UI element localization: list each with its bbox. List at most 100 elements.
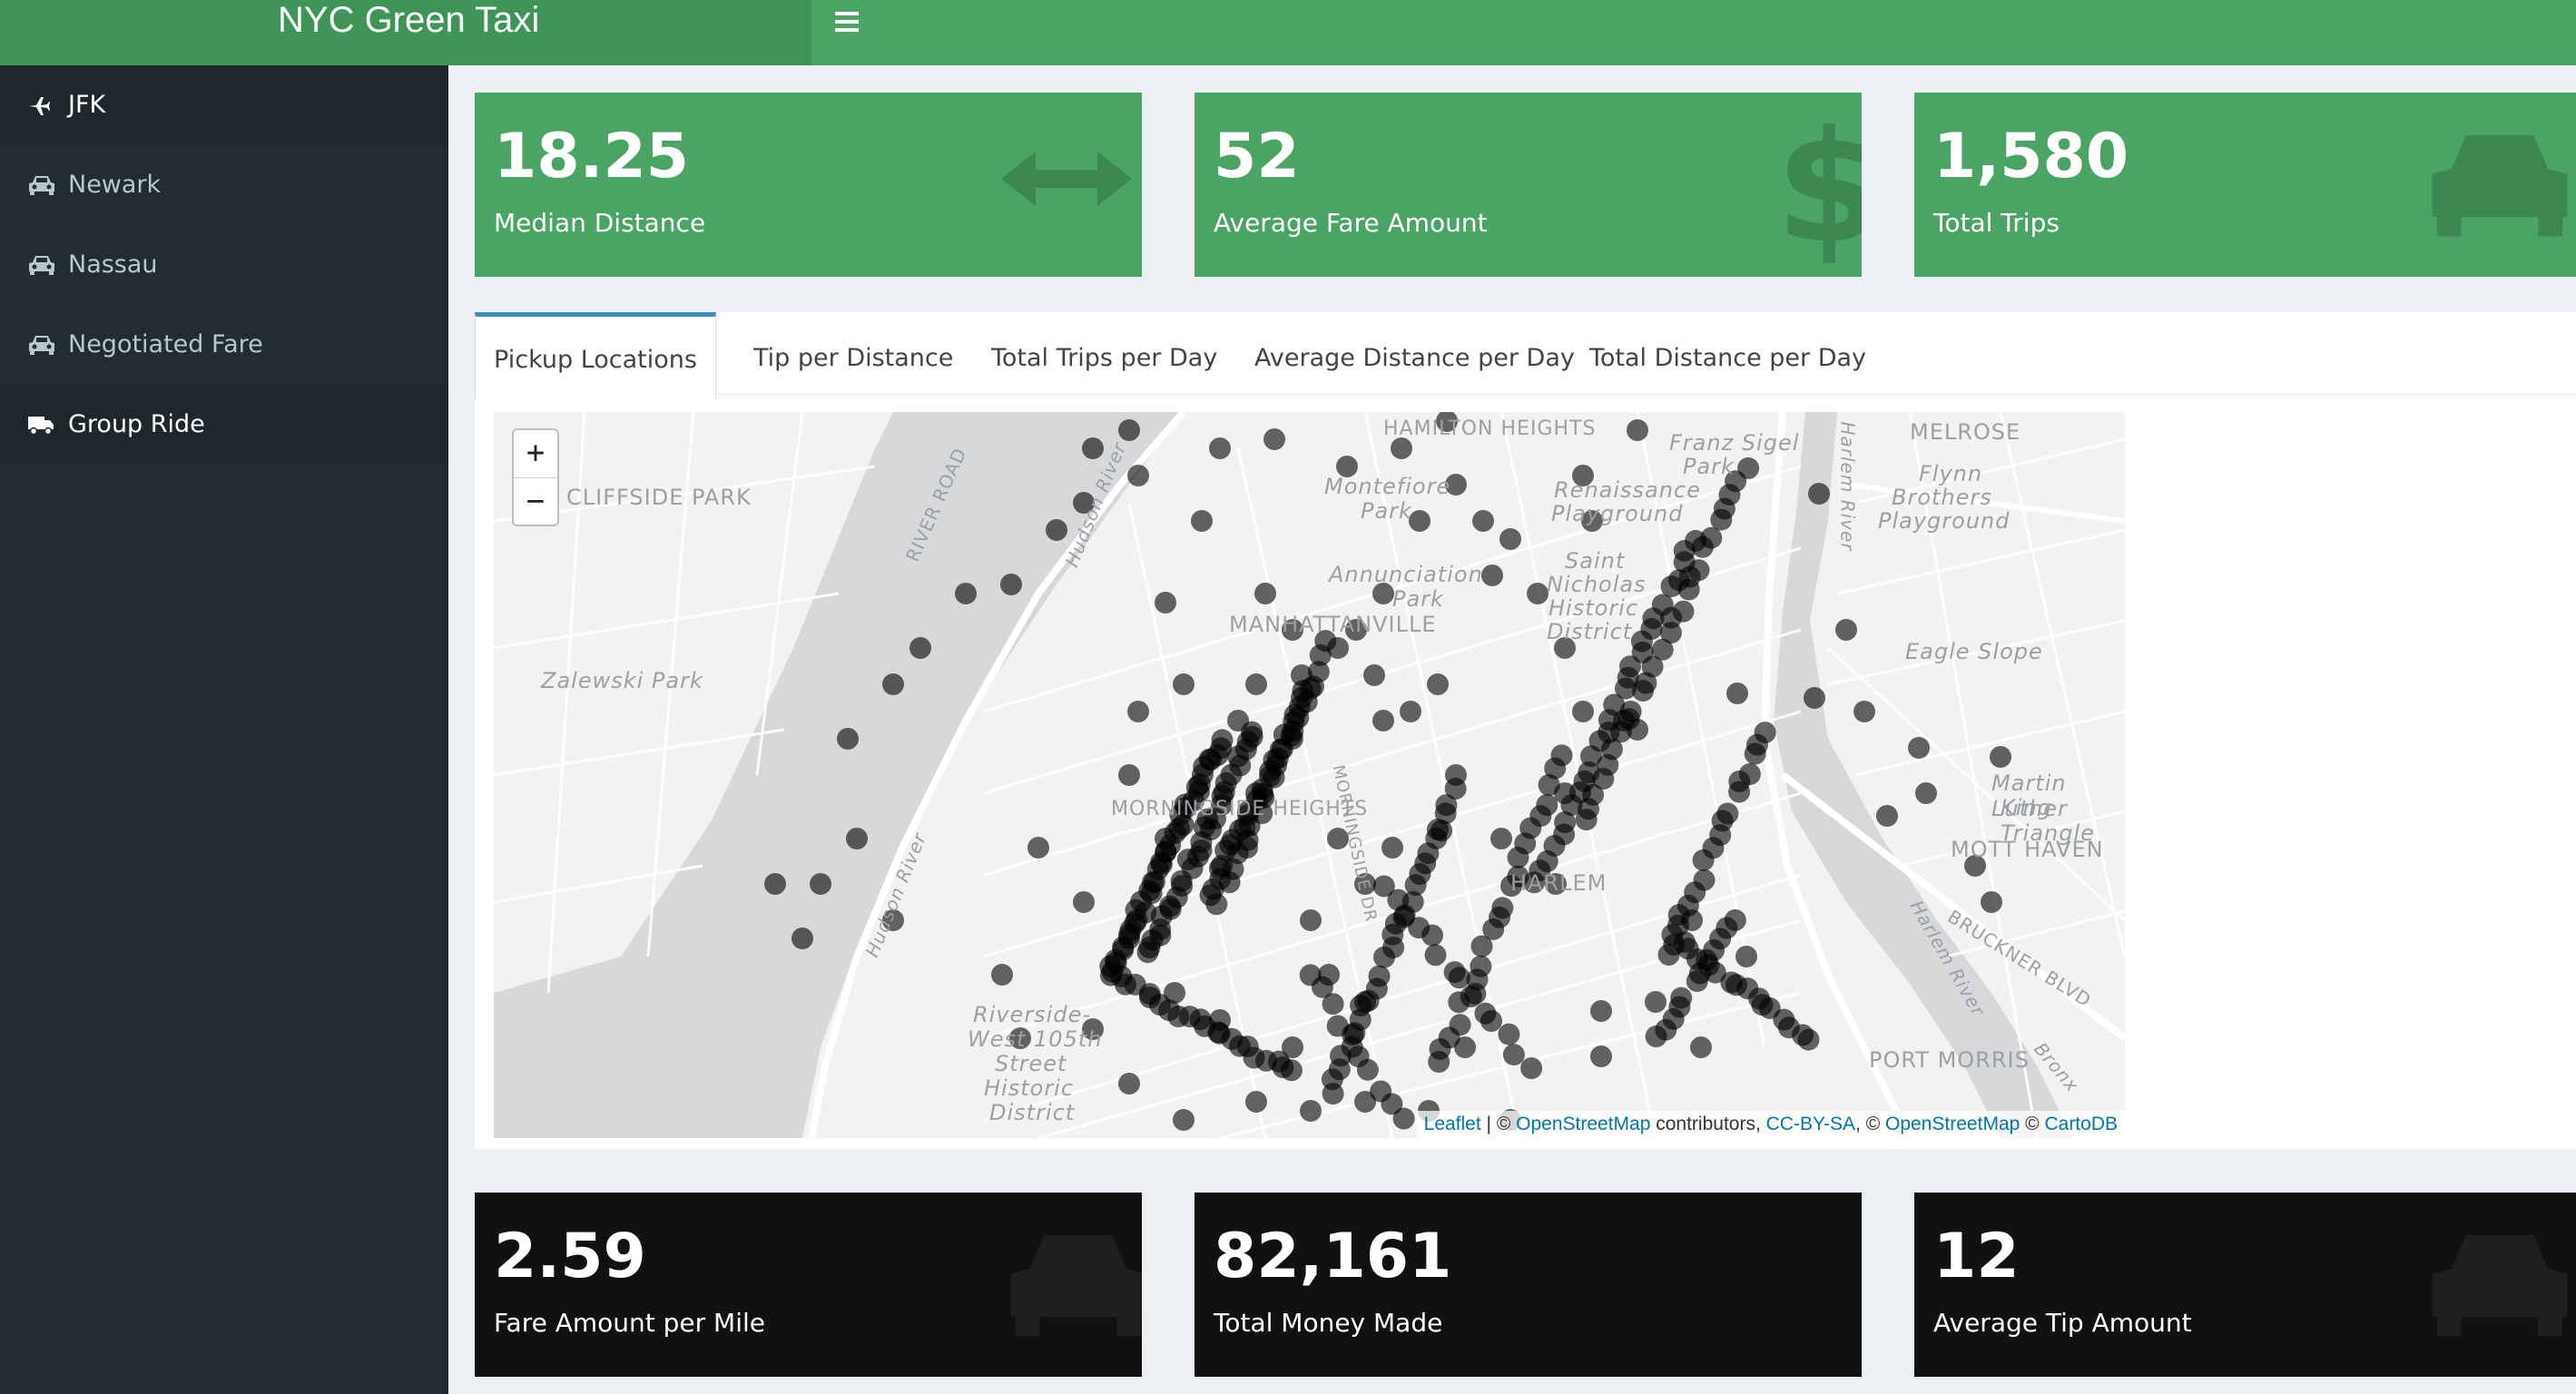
plane-icon bbox=[27, 65, 58, 145]
box-caption: Total Money Made bbox=[1214, 1308, 1443, 1338]
sidebar-item-label: JFK bbox=[68, 91, 106, 119]
pickup-point bbox=[1118, 764, 1140, 786]
pickup-point bbox=[991, 964, 1013, 986]
pickup-point bbox=[1381, 837, 1403, 859]
sidebar-item-negotiated-fare[interactable]: Negotiated Fare bbox=[0, 305, 448, 385]
tab-total-distance-per-day[interactable]: Total Distance per Day bbox=[1589, 312, 1866, 394]
hamburger-icon[interactable] bbox=[835, 7, 864, 40]
app-logo[interactable]: NYC Green Taxi bbox=[0, 0, 811, 65]
pickup-point bbox=[1554, 782, 1576, 804]
pickup-point bbox=[1681, 909, 1703, 931]
pickup-point bbox=[1990, 746, 2011, 768]
pickup-point bbox=[1470, 955, 1492, 977]
pickup-point bbox=[1342, 1024, 1364, 1046]
pickup-point bbox=[1550, 744, 1573, 767]
sidebar-item-nassau[interactable]: Nassau bbox=[0, 225, 448, 305]
map-label: MELROSE bbox=[1910, 419, 2021, 445]
map-label: Playground bbox=[1551, 501, 1684, 526]
pickup-point bbox=[1191, 510, 1213, 532]
sidebar-item-group-ride[interactable]: Group Ride bbox=[0, 385, 448, 465]
pickup-point bbox=[1693, 869, 1716, 891]
pickup-point bbox=[1536, 794, 1558, 816]
map-label: Park bbox=[1683, 454, 1735, 479]
sidebar-item-jfk[interactable]: JFK bbox=[0, 65, 448, 145]
pickup-map[interactable]: CLIFFSIDE PARK Zalewski Park MANHATTANVI… bbox=[494, 412, 2125, 1138]
map-label: Historic bbox=[984, 1075, 1075, 1101]
pickup-point bbox=[1520, 1057, 1543, 1079]
car-icon bbox=[27, 305, 58, 385]
pickup-point bbox=[1368, 965, 1391, 987]
zoom-control: + − bbox=[512, 428, 559, 526]
pickup-point bbox=[1363, 664, 1385, 686]
tab-tip-per-distance[interactable]: Tip per Distance bbox=[753, 312, 953, 394]
pickup-point bbox=[1672, 600, 1695, 623]
tab-pickup-locations[interactable]: Pickup Locations bbox=[475, 312, 716, 399]
pickup-point bbox=[1322, 993, 1344, 1016]
pickup-point bbox=[837, 728, 859, 750]
pickup-point bbox=[1835, 619, 1857, 641]
pickup-point bbox=[1449, 1014, 1471, 1036]
pickup-point bbox=[1613, 710, 1635, 731]
pickup-point bbox=[1000, 574, 1022, 595]
pickup-point bbox=[1173, 1109, 1195, 1131]
pickup-point bbox=[1391, 437, 1412, 459]
pickup-point bbox=[1127, 701, 1149, 722]
pickup-point bbox=[1300, 1100, 1322, 1122]
osm-link[interactable]: OpenStreetMap bbox=[1885, 1114, 2020, 1134]
cc-by-sa-link[interactable]: CC-BY-SA bbox=[1766, 1114, 1855, 1134]
pickup-point bbox=[1245, 673, 1267, 695]
osm-link[interactable]: OpenStreetMap bbox=[1516, 1114, 1650, 1134]
box-caption: Fare Amount per Mile bbox=[494, 1308, 766, 1338]
box-caption: Average Fare Amount bbox=[1214, 208, 1488, 238]
pickup-point bbox=[1915, 782, 1937, 804]
map-label: Street bbox=[995, 1051, 1067, 1076]
map-label: Annunciation bbox=[1329, 562, 1483, 587]
pickup-point bbox=[1200, 819, 1222, 840]
box-value: 1,580 bbox=[1933, 121, 2129, 192]
pickup-point bbox=[1427, 819, 1449, 840]
tab-average-distance-per-day[interactable]: Average Distance per Day bbox=[1254, 312, 1575, 394]
sidebar: JFK Newark Nassau Negotiated Fare Group … bbox=[0, 65, 448, 1394]
pickup-point bbox=[1797, 1028, 1820, 1051]
box-value: 18.25 bbox=[494, 121, 690, 192]
cartodb-link[interactable]: CartoDB bbox=[2044, 1114, 2118, 1134]
pickup-point bbox=[1372, 710, 1394, 731]
pickup-point bbox=[1690, 1036, 1712, 1058]
pickup-point bbox=[1291, 664, 1313, 686]
zoom-out-button[interactable]: − bbox=[514, 477, 557, 525]
tab-total-trips-per-day[interactable]: Total Trips per Day bbox=[991, 312, 1217, 394]
map-label: Park bbox=[1361, 498, 1412, 524]
pickup-point bbox=[1356, 1058, 1379, 1081]
pickup-point bbox=[1754, 722, 1776, 744]
car-icon bbox=[27, 225, 58, 305]
pickup-point bbox=[882, 673, 904, 695]
leaflet-link[interactable]: Leaflet bbox=[1424, 1114, 1481, 1134]
sidebar-item-label: Group Ride bbox=[68, 410, 205, 438]
pickup-point bbox=[1499, 528, 1521, 550]
zoom-in-button[interactable]: + bbox=[514, 430, 557, 477]
pickup-point bbox=[1245, 1091, 1267, 1113]
map-label: HARLEM bbox=[1510, 870, 1608, 896]
pickup-point bbox=[1280, 1059, 1303, 1082]
pickup-point bbox=[764, 873, 786, 895]
map-label: Renaissance bbox=[1554, 477, 1701, 503]
pickup-point bbox=[1491, 897, 1514, 919]
pickup-point bbox=[1209, 1009, 1231, 1031]
pickup-point bbox=[1454, 1036, 1476, 1058]
top-header: NYC Green Taxi bbox=[0, 0, 2576, 65]
sidebar-item-newark[interactable]: Newark bbox=[0, 145, 448, 225]
map-label: District bbox=[1547, 619, 1633, 644]
map-label: Eagle Slope bbox=[1905, 639, 2043, 664]
map-label: Harlem River bbox=[1836, 421, 1859, 552]
pickup-point bbox=[1808, 483, 1830, 505]
pickup-point bbox=[1318, 964, 1340, 986]
pickup-point bbox=[1254, 583, 1276, 604]
pickup-point bbox=[1027, 837, 1049, 859]
car-icon bbox=[2423, 1220, 2576, 1350]
pickup-point bbox=[1205, 893, 1228, 916]
pickup-point bbox=[1981, 891, 2002, 913]
pickup-point bbox=[1427, 673, 1449, 695]
pickup-point bbox=[1082, 437, 1104, 459]
value-box-total-trips: 1,580 Total Trips bbox=[1914, 93, 2576, 277]
sidebar-item-label: Negotiated Fare bbox=[68, 330, 263, 358]
